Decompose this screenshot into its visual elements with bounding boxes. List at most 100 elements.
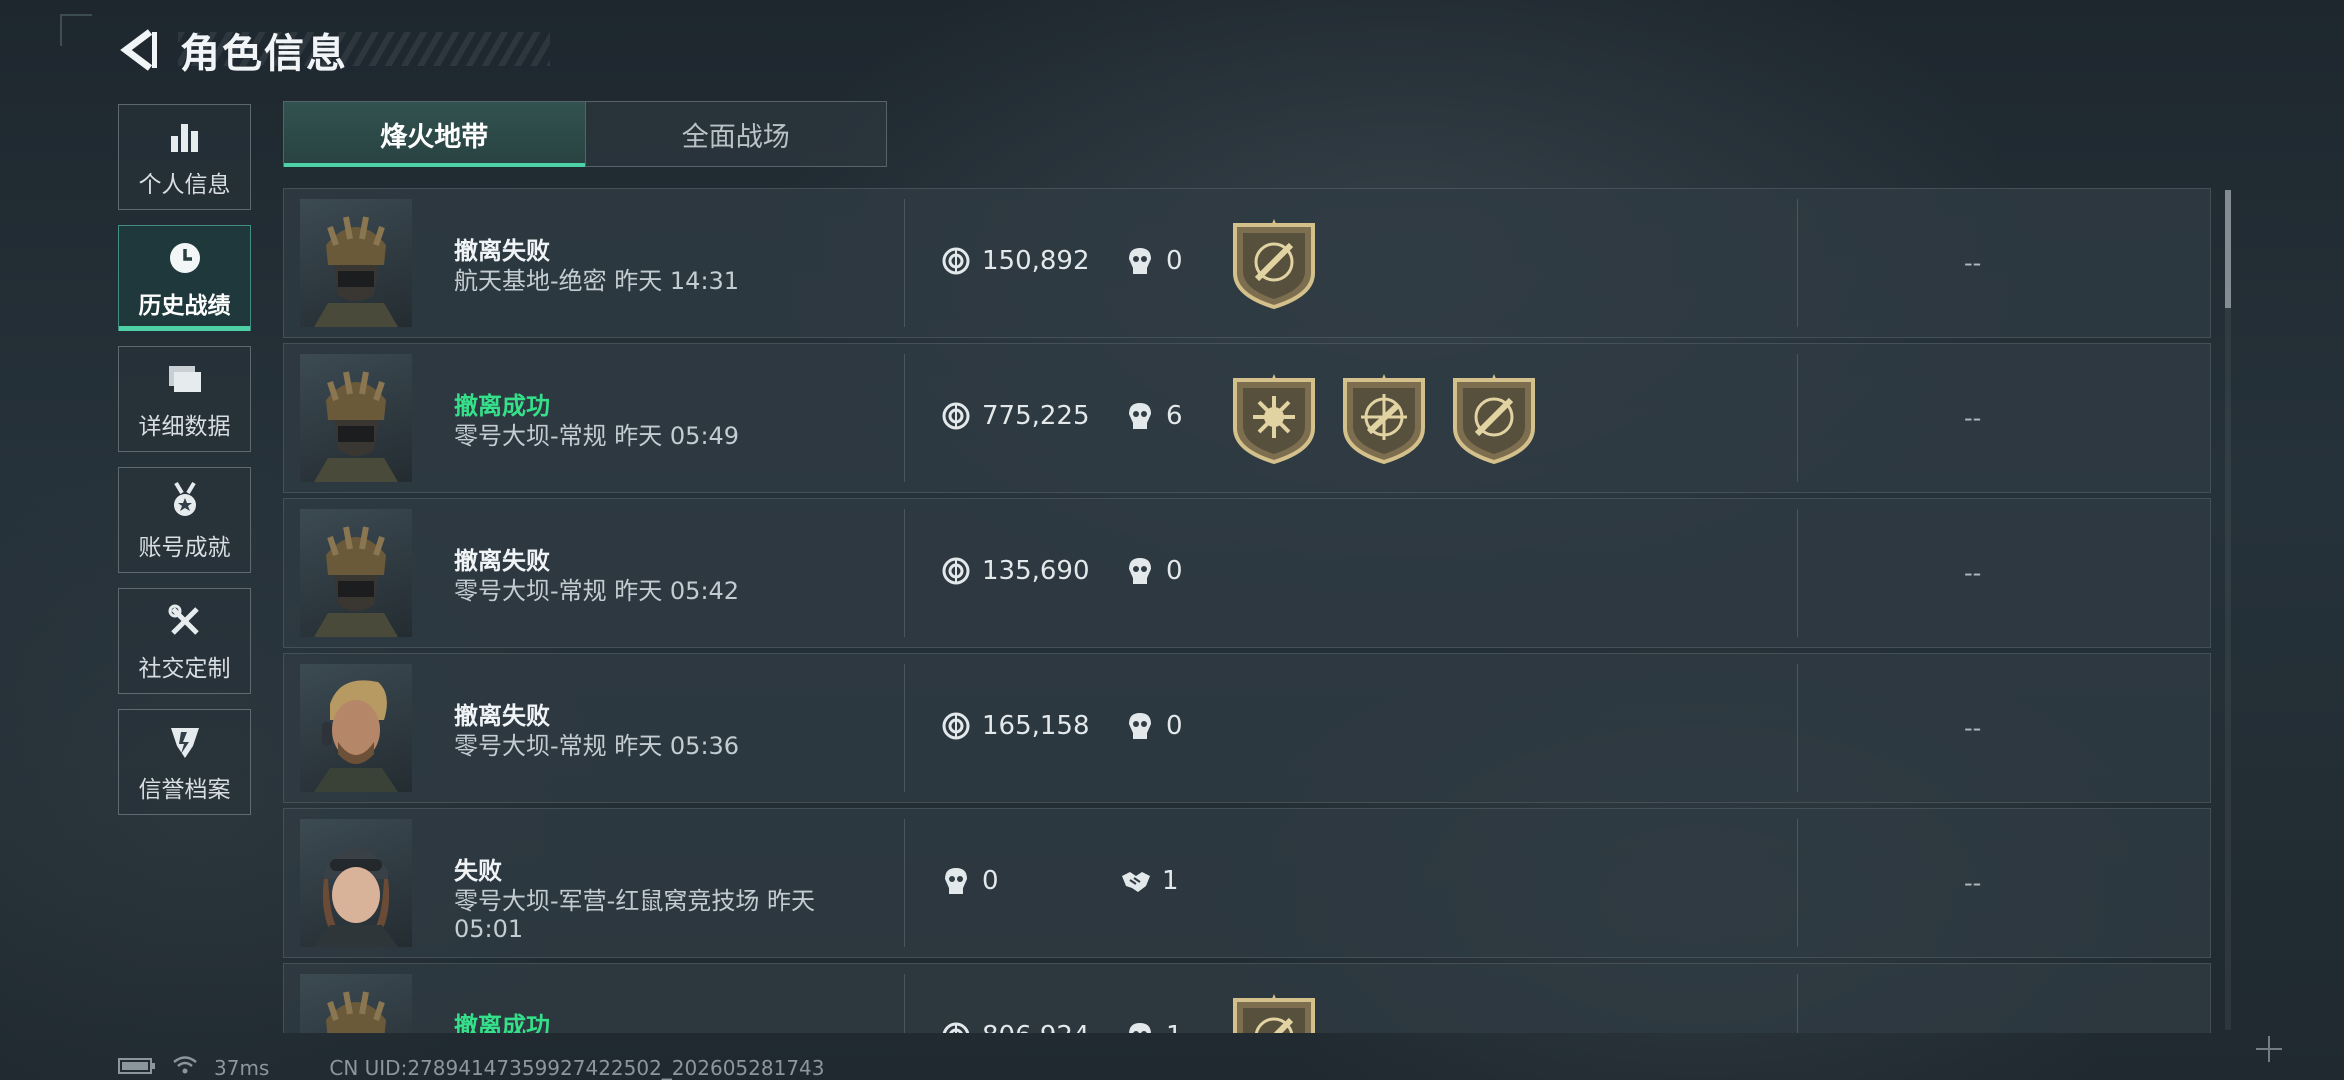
match-history-list: 撤离失败 航天基地-绝密 昨天 14:31 150,892 0 -- 撤离成功 … (283, 188, 2211, 1033)
table-row[interactable]: 撤离失败 航天基地-绝密 昨天 14:31 150,892 0 -- (283, 188, 2211, 338)
skull-icon (940, 865, 972, 897)
divider (1797, 819, 1798, 947)
assists-count: 1 (1162, 866, 1179, 896)
divider (904, 354, 905, 482)
battery-icon (118, 1056, 156, 1080)
divider (904, 664, 905, 792)
badge-list (1229, 372, 1559, 466)
sidebar-item-label: 详细数据 (138, 414, 231, 440)
value-stat: 135,690 (940, 555, 1090, 587)
kills-count: 0 (1166, 246, 1183, 276)
table-row[interactable]: 撤离失败 零号大坝-常规 昨天 05:36 165,158 0 -- (283, 653, 2211, 803)
value-stat: 775,225 (940, 400, 1090, 432)
map-and-time: 零号大坝-常规 昨天 05:49 (454, 422, 740, 450)
skull-icon (1124, 555, 1156, 587)
clock-icon (167, 236, 203, 280)
kills-count: 0 (1166, 711, 1183, 741)
value-amount: 135,690 (982, 556, 1090, 586)
status-footer: 37ms CN UID:2789414735992742​2502_202605… (118, 1055, 841, 1080)
map-and-time: 航天基地-绝密 昨天 14:31 (454, 267, 740, 295)
sidebar-item-achievements[interactable]: 账号成就 (118, 467, 251, 573)
tab-full-battlefield[interactable]: 全面战场 (584, 102, 887, 166)
table-row[interactable]: 失败 零号大坝-军营-红鼠窝竞技场 昨天 05:01 0 1 -- (283, 808, 2211, 958)
operator-avatar (300, 819, 412, 947)
currency-icon (940, 245, 972, 277)
currency-icon (940, 710, 972, 742)
extraction-status: 撤离失败 (454, 237, 550, 265)
extraction-status: 撤离成功 (454, 392, 550, 420)
divider (1797, 664, 1798, 792)
divider (1797, 199, 1798, 327)
value-amount: 775,225 (982, 401, 1090, 431)
kills-stat: 1 (1124, 1020, 1183, 1033)
extra-info: -- (1964, 404, 1982, 432)
extraction-status: 撤离失败 (454, 702, 550, 730)
kills-count: 6 (1166, 401, 1183, 431)
operator-avatar (300, 199, 412, 327)
back-button[interactable] (118, 25, 162, 75)
sidebar-item-social-custom[interactable]: 社交定制 (118, 588, 251, 694)
page-header: 角色信息 (118, 22, 550, 78)
extraction-status: 撤离成功 (454, 1012, 550, 1033)
kills-count: 0 (1166, 556, 1183, 586)
sidebar-item-label: 历史战绩 (138, 293, 231, 319)
skull-icon (1124, 1020, 1156, 1033)
value-stat: 150,892 (940, 245, 1090, 277)
operator-avatar (300, 509, 412, 637)
operator-avatar (300, 974, 412, 1033)
operator-avatar (300, 354, 412, 482)
divider (904, 974, 905, 1033)
currency-icon (940, 1020, 972, 1033)
list-scrollbar[interactable] (2225, 190, 2231, 1030)
currency-icon (940, 400, 972, 432)
value-stat: 806,924 (940, 1020, 1090, 1033)
kills-stat: 0 (940, 865, 999, 897)
map-and-time: 零号大坝-常规 昨天 05:36 (454, 732, 740, 760)
tab-hazard-zone[interactable]: 烽火地带 (284, 102, 585, 167)
map-and-time: 零号大坝-常规 昨天 05:42 (454, 577, 740, 605)
table-row[interactable]: 撤离成功 零号大坝-常规 昨天 05:49 775,225 6 -- (283, 343, 2211, 493)
divider (1797, 354, 1798, 482)
table-row[interactable]: 撤离失败 零号大坝-常规 昨天 05:42 135,690 0 -- (283, 498, 2211, 648)
crosshair-corner-icon (2256, 1036, 2282, 1062)
value-amount: 150,892 (982, 246, 1090, 276)
sidebar-item-credit-profile[interactable]: 信誉档案 (118, 709, 251, 815)
kills-stat: 0 (1124, 245, 1183, 277)
sunburst-badge-icon (1233, 374, 1315, 465)
shield-emblem-icon (167, 720, 203, 764)
sidebar-item-match-history[interactable]: 历史战绩 (118, 225, 251, 331)
map-and-time: 零号大坝-军营-红鼠窝竞技场 昨天 05:01 (454, 887, 815, 943)
kills-count: 0 (982, 866, 999, 896)
value-stat: 165,158 (940, 710, 1090, 742)
sidebar-item-personal-info[interactable]: 个人信息 (118, 104, 251, 210)
badge-list (1229, 217, 1339, 311)
sidebar: 个人信息 历史战绩 详细数据 账号成就 社交定制 信誉档案 (118, 104, 253, 830)
skull-icon (1124, 245, 1156, 277)
scrollbar-thumb[interactable] (2225, 190, 2231, 308)
back-arrow-icon (120, 29, 157, 71)
operator-avatar (300, 664, 412, 792)
divider (1797, 974, 1798, 1033)
sidebar-item-label: 账号成就 (138, 535, 231, 561)
bar-chart-icon (168, 115, 202, 159)
kills-count: 1 (1166, 1021, 1183, 1033)
currency-icon (940, 555, 972, 587)
extra-info: -- (1964, 559, 1982, 587)
sidebar-item-detailed-data[interactable]: 详细数据 (118, 346, 251, 452)
extra-info: -- (1964, 714, 1982, 742)
tools-icon (167, 599, 203, 643)
table-row[interactable]: 撤离成功 806,924 1 -- (283, 963, 2211, 1033)
page-title: 角色信息 (180, 31, 348, 77)
kills-stat: 0 (1124, 555, 1183, 587)
corner-bracket (60, 14, 92, 46)
value-amount: 806,924 (982, 1021, 1090, 1033)
extraction-status: 撤离失败 (454, 547, 550, 575)
mode-tabs: 烽火地带 全面战场 (283, 101, 887, 167)
sidebar-item-label: 社交定制 (138, 656, 231, 682)
divider (904, 509, 905, 637)
sniper-badge-icon (1233, 219, 1315, 310)
kills-stat: 6 (1124, 400, 1183, 432)
folders-icon (166, 357, 204, 401)
ping-text: 37ms (214, 1055, 270, 1080)
handshake-icon (1120, 865, 1152, 897)
